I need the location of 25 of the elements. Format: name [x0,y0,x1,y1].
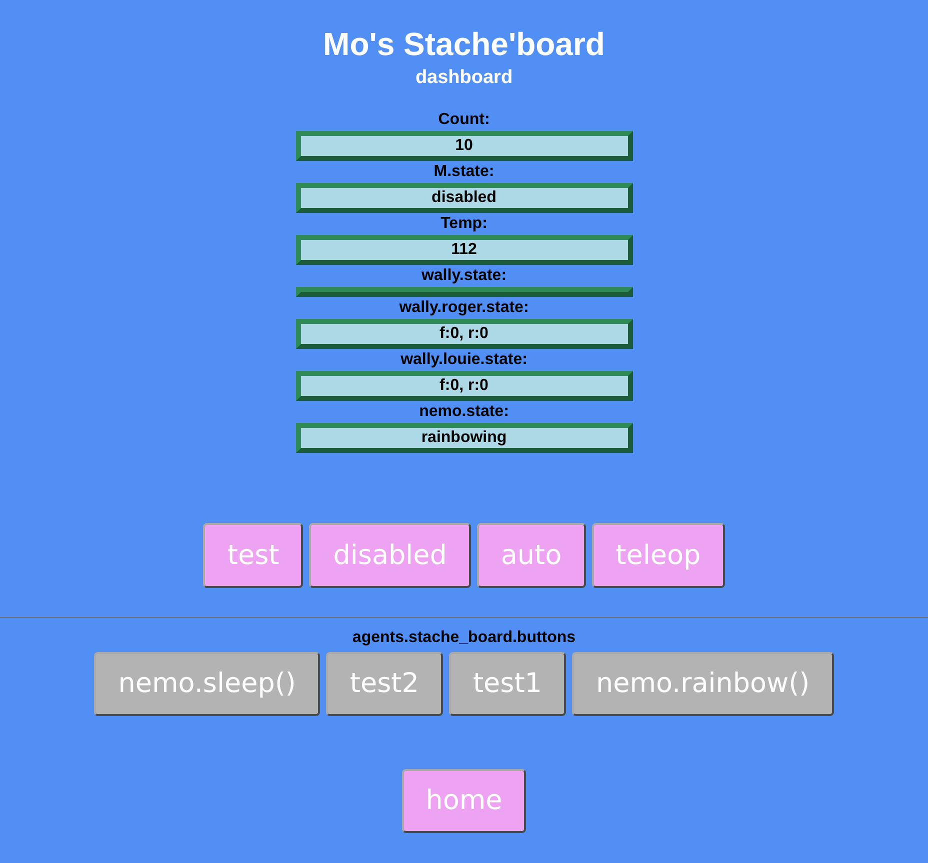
field-label: Count: [438,110,490,130]
value-display: f:0, r:0 [296,319,632,349]
mode-button[interactable]: disabled [309,523,471,588]
field-label: wally.louie.state: [400,350,528,370]
home-button[interactable]: home [402,769,526,833]
mode-button[interactable]: test [203,523,304,588]
field-label: nemo.state: [419,402,509,422]
page-subtitle: dashboard [415,66,513,90]
agent-button[interactable]: nemo.rainbow() [572,652,834,716]
mode-button[interactable]: auto [476,523,586,588]
agent-button[interactable]: nemo.sleep() [94,652,320,716]
field-label: Temp: [440,214,488,234]
field-label: wally.roger.state: [399,298,529,318]
field-label: wally.state: [421,266,507,286]
agent-button[interactable]: test2 [326,652,443,716]
page-title: Mo's Stache'board [323,25,605,64]
field-label: M.state: [434,162,494,182]
agent-button[interactable]: test1 [448,652,566,716]
value-display: 112 [296,235,632,265]
section-title: agents.stache_board.buttons [351,628,577,648]
value-display: 10 [296,131,632,161]
value-display: disabled [296,183,632,213]
value-display: f:0, r:0 [296,371,632,401]
value-display: rainbowing [296,423,632,453]
mode-button[interactable]: teleop [592,523,725,588]
